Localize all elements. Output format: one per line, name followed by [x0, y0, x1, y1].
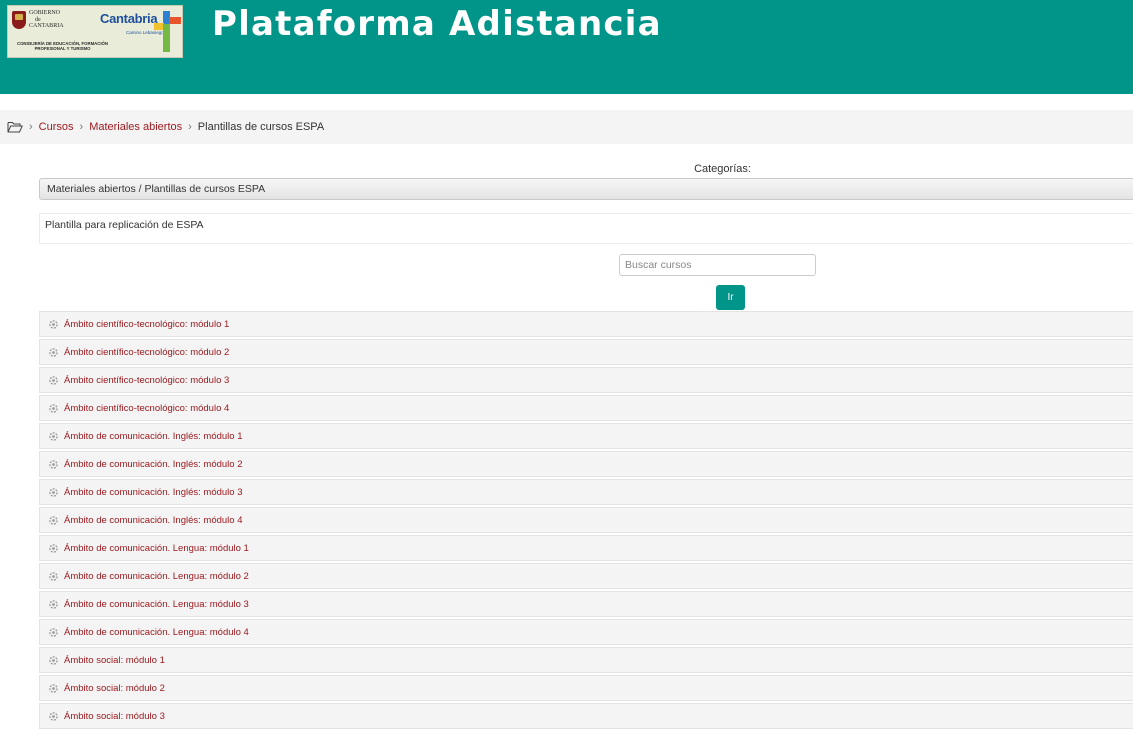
course-list-item: Ámbito científico-tecnológico: módulo 3	[39, 367, 1133, 393]
course-guest-access-icon	[48, 487, 59, 498]
category-select[interactable]: Materiales abiertos / Plantillas de curs…	[39, 178, 1133, 200]
search-courses-input[interactable]	[619, 254, 816, 276]
breadcrumb-current: Plantillas de cursos ESPA	[197, 121, 325, 133]
course-link[interactable]: Ámbito social: módulo 1	[64, 655, 165, 666]
course-guest-access-icon	[48, 347, 59, 358]
course-link[interactable]: Ámbito de comunicación. Lengua: módulo 1	[64, 543, 249, 554]
category-description: Plantilla para replicación de ESPA	[39, 213, 1133, 244]
course-link[interactable]: Ámbito de comunicación. Lengua: módulo 3	[64, 599, 249, 610]
search-go-button[interactable]: Ir	[716, 285, 745, 310]
course-guest-access-icon	[48, 571, 59, 582]
course-list-item: Ámbito de comunicación. Inglés: módulo 4	[39, 507, 1133, 533]
course-list-item: Ámbito científico-tecnológico: módulo 2	[39, 339, 1133, 365]
course-guest-access-icon	[48, 459, 59, 470]
course-link[interactable]: Ámbito de comunicación. Inglés: módulo 4	[64, 515, 243, 526]
course-guest-access-icon	[48, 711, 59, 722]
course-guest-access-icon	[48, 375, 59, 386]
logo-consejeria-text: CONSEJERÍA DE EDUCACIÓN, FORMACIÓN PROFE…	[16, 41, 109, 51]
course-list-item: Ámbito de comunicación. Lengua: módulo 1	[39, 535, 1133, 561]
course-link[interactable]: Ámbito de comunicación. Inglés: módulo 2	[64, 459, 243, 470]
breadcrumb-link-materiales-abiertos[interactable]: Materiales abiertos	[89, 121, 182, 133]
course-link[interactable]: Ámbito de comunicación. Lengua: módulo 4	[64, 627, 249, 638]
course-list-item: Ámbito social: módulo 2	[39, 675, 1133, 701]
government-logo[interactable]: GOBIERNO de CANTABRIA CONSEJERÍA DE EDUC…	[7, 5, 183, 58]
course-guest-access-icon	[48, 543, 59, 554]
course-guest-access-icon	[48, 319, 59, 330]
course-list-item: Ámbito científico-tecnológico: módulo 1	[39, 311, 1133, 337]
course-list-item: Ámbito de comunicación. Inglés: módulo 3	[39, 479, 1133, 505]
breadcrumb-separator: ›	[188, 121, 192, 133]
course-link[interactable]: Ámbito científico-tecnológico: módulo 4	[64, 403, 229, 414]
logo-cantabria-text: Cantabria	[100, 11, 158, 26]
categories-label: Categorías:	[694, 163, 751, 175]
course-list-item: Ámbito de comunicación. Inglés: módulo 2	[39, 451, 1133, 477]
course-link[interactable]: Ámbito científico-tecnológico: módulo 1	[64, 319, 229, 330]
breadcrumb-separator: ›	[29, 121, 33, 133]
course-list-item: Ámbito de comunicación. Lengua: módulo 2	[39, 563, 1133, 589]
breadcrumb-separator: ›	[79, 121, 84, 133]
course-guest-access-icon	[48, 403, 59, 414]
course-list-item: Ámbito de comunicación. Lengua: módulo 3	[39, 591, 1133, 617]
course-link[interactable]: Ámbito de comunicación. Inglés: módulo 1	[64, 431, 243, 442]
site-header: GOBIERNO de CANTABRIA CONSEJERÍA DE EDUC…	[0, 0, 1133, 94]
course-link[interactable]: Ámbito social: módulo 2	[64, 683, 165, 694]
course-guest-access-icon	[48, 599, 59, 610]
coat-of-arms-icon	[12, 11, 26, 29]
folder-open-icon[interactable]	[7, 121, 23, 133]
site-title[interactable]: Plataforma Adistancia	[212, 2, 662, 46]
breadcrumb-link-cursos[interactable]: Cursos	[39, 121, 74, 133]
course-link[interactable]: Ámbito de comunicación. Lengua: módulo 2	[64, 571, 249, 582]
course-list-item: Ámbito social: módulo 3	[39, 703, 1133, 729]
course-link[interactable]: Ámbito científico-tecnológico: módulo 3	[64, 375, 229, 386]
course-list-item: Ámbito de comunicación. Lengua: módulo 4	[39, 619, 1133, 645]
course-guest-access-icon	[48, 627, 59, 638]
course-guest-access-icon	[48, 431, 59, 442]
course-list-item: Ámbito de comunicación. Inglés: módulo 1	[39, 423, 1133, 449]
course-link[interactable]: Ámbito social: módulo 3	[64, 711, 165, 722]
course-guest-access-icon	[48, 515, 59, 526]
logo-gobierno-text: GOBIERNO de CANTABRIA	[29, 10, 64, 29]
cantabria-brand-mark-icon	[154, 11, 181, 54]
course-guest-access-icon	[48, 683, 59, 694]
course-link[interactable]: Ámbito de comunicación. Inglés: módulo 3	[64, 487, 243, 498]
course-list: Ámbito científico-tecnológico: módulo 1 Á…	[39, 311, 1133, 731]
course-link[interactable]: Ámbito científico-tecnológico: módulo 2	[64, 347, 229, 358]
breadcrumb: › Cursos › Materiales abiertos › Plantil…	[0, 110, 1133, 144]
course-list-item: Ámbito social: módulo 1	[39, 647, 1133, 673]
course-guest-access-icon	[48, 655, 59, 666]
course-list-item: Ámbito científico-tecnológico: módulo 4	[39, 395, 1133, 421]
